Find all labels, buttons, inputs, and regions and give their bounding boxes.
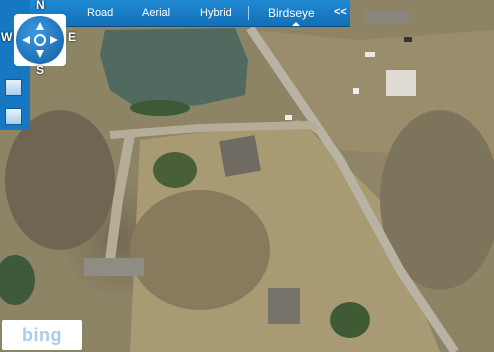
- collapse-toolbar-button[interactable]: <<: [334, 6, 347, 18]
- shed-roof: [386, 70, 416, 96]
- aerial-map[interactable]: [0, 0, 494, 352]
- tree-cluster: [5, 110, 115, 250]
- birdseye-view-button[interactable]: Birdseye: [268, 6, 315, 20]
- compass-arrows-icon: [22, 22, 58, 58]
- compass-icon[interactable]: [16, 16, 64, 64]
- car: [404, 37, 412, 42]
- green-shrubs: [130, 100, 190, 116]
- compass-south-button[interactable]: S: [36, 63, 44, 77]
- house-roof: [268, 288, 300, 324]
- map-view-toolbar: Road Aerial Hybrid Birdseye <<: [30, 0, 350, 27]
- car: [285, 115, 292, 120]
- green-tree: [153, 152, 197, 188]
- selected-view-caret-icon: [292, 22, 300, 26]
- tree-cluster: [130, 190, 270, 310]
- bing-logo: bing: [2, 320, 82, 350]
- birdseye-view-icon[interactable]: [5, 79, 22, 96]
- aerial-view-button[interactable]: Aerial: [142, 7, 170, 19]
- compass-control: [14, 14, 66, 66]
- compass-west-button[interactable]: W: [1, 30, 12, 44]
- compass-north-button[interactable]: N: [36, 0, 45, 12]
- road-view-button[interactable]: Road: [87, 7, 113, 19]
- toolbar-divider: [248, 6, 249, 20]
- aerial-view-icon[interactable]: [5, 108, 22, 125]
- pond: [100, 28, 248, 110]
- car: [365, 52, 375, 57]
- car: [353, 88, 359, 94]
- hybrid-view-button[interactable]: Hybrid: [200, 7, 232, 19]
- house-roof: [84, 258, 144, 276]
- compass-east-button[interactable]: E: [68, 30, 76, 44]
- house-roof: [219, 135, 261, 177]
- map-imagery: [0, 10, 494, 352]
- house-roof: [365, 10, 409, 24]
- green-tree: [330, 302, 370, 338]
- green-tree: [0, 255, 35, 305]
